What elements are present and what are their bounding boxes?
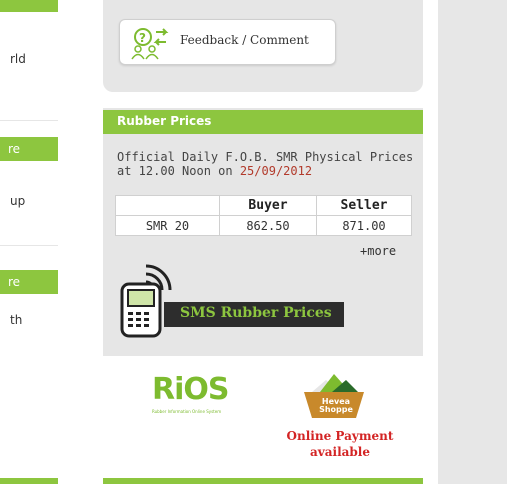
left-divider-2 — [0, 245, 58, 246]
left-item-text-3[interactable]: th — [10, 313, 22, 327]
prices-table: Buyer Seller SMR 20 862.50 871.00 — [115, 195, 412, 236]
table-header-buyer: Buyer — [219, 195, 317, 216]
feedback-people-icon: ? — [131, 28, 169, 60]
rubber-prices-title: Rubber Prices — [117, 114, 212, 128]
rios-logo[interactable]: RiOS — [152, 372, 229, 407]
rios-tagline: Rubber Information Online System — [152, 409, 222, 414]
left-item-text-2[interactable]: up — [10, 194, 25, 208]
more-link[interactable]: +more — [360, 244, 396, 258]
left-section-bar-2[interactable]: re — [0, 270, 58, 294]
left-item-text-1[interactable]: rld — [10, 52, 26, 66]
prices-description: Official Daily F.O.B. SMR Physical Price… — [117, 150, 417, 178]
table-cell-buyer: 862.50 — [219, 215, 317, 236]
prices-date: 25/09/2012 — [239, 164, 313, 178]
online-payment-text[interactable]: Online Payment available — [285, 428, 395, 460]
table-row: SMR 20 862.50 871.00 — [115, 215, 412, 236]
phone-icon — [120, 264, 172, 338]
left-column — [0, 0, 60, 484]
svg-text:?: ? — [139, 31, 146, 45]
heveashoppe-logo[interactable]: Hevea Shoppe — [318, 398, 354, 414]
left-section-bar-1[interactable]: re — [0, 137, 58, 161]
table-header-row: Buyer Seller — [115, 195, 412, 216]
left-divider-1 — [0, 120, 58, 121]
table-header-grade — [115, 195, 220, 216]
sms-label[interactable]: SMS Rubber Prices — [180, 305, 332, 321]
left-section-bar-top — [0, 0, 58, 12]
table-header-seller: Seller — [316, 195, 412, 216]
left-section-bar-bottom — [0, 478, 58, 484]
right-pane — [438, 0, 507, 484]
table-cell-grade: SMR 20 — [115, 215, 220, 236]
next-section-bar — [103, 478, 423, 484]
table-cell-seller: 871.00 — [316, 215, 412, 236]
feedback-label[interactable]: Feedback / Comment — [180, 33, 309, 47]
